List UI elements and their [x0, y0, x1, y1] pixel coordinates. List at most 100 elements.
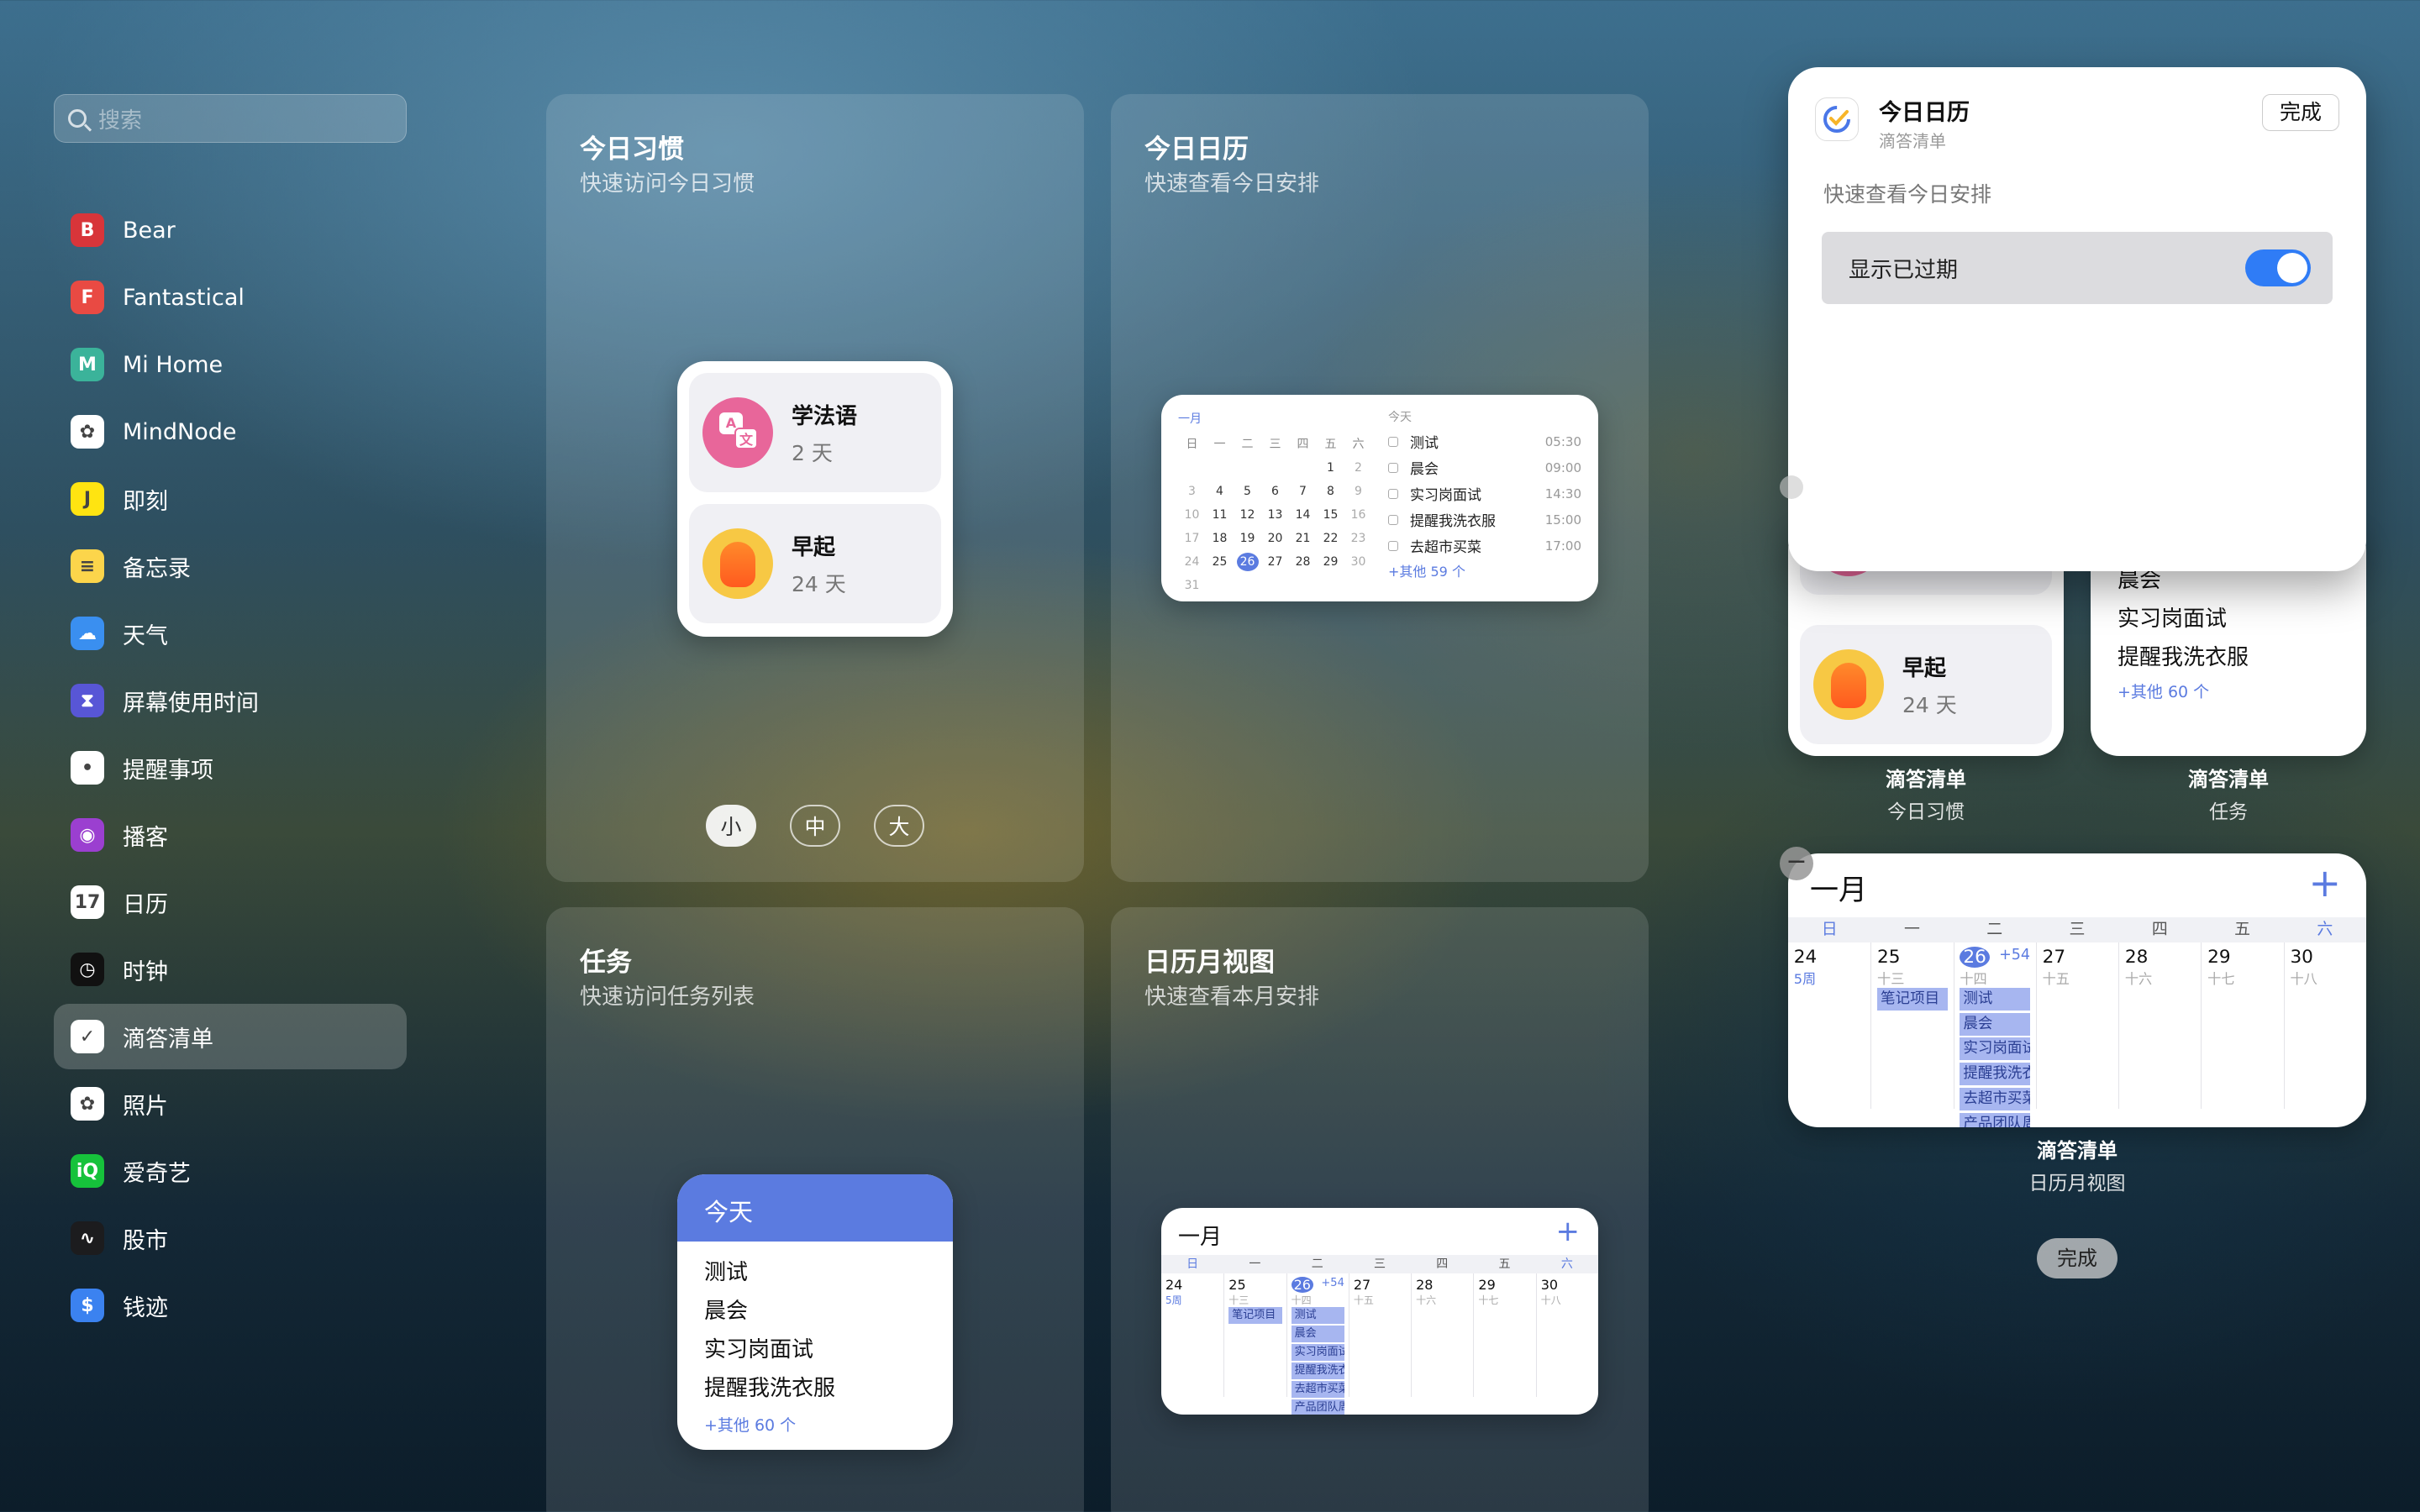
- day-cell[interactable]: 24: [1178, 553, 1206, 571]
- placed-month-widget[interactable]: 一月 + 日一二三四五六 24 5周 25 十三 笔记项目 26 +54 十四 测试 晨会 实习岗面试…: [1788, 853, 2366, 1127]
- calendar-event[interactable]: 晨会: [1291, 1326, 1344, 1342]
- app-item[interactable]: B Bear: [54, 197, 407, 263]
- habit-widget-preview[interactable]: A 文 学法语 2 天 早起 24 天: [677, 361, 953, 637]
- app-item[interactable]: ✓ 滴答清单: [54, 1004, 407, 1069]
- day-cell[interactable]: 28: [1289, 553, 1317, 571]
- checkbox[interactable]: [1388, 462, 1398, 473]
- app-item[interactable]: 17 日历: [54, 869, 407, 935]
- day-cell[interactable]: 19: [1234, 529, 1261, 548]
- day-cell[interactable]: 16: [1344, 506, 1372, 524]
- app-item[interactable]: ✿ MindNode: [54, 399, 407, 465]
- day-cell[interactable]: 7: [1289, 482, 1317, 501]
- checkbox[interactable]: [1388, 488, 1398, 499]
- month-day-cell[interactable]: 26 +54 十四测试晨会实习岗面试提醒我洗衣服去超市买菜产品团队周会: [1286, 1273, 1349, 1415]
- day-cell[interactable]: 12: [1234, 506, 1261, 524]
- app-item[interactable]: F Fantastical: [54, 265, 407, 330]
- day-cell[interactable]: 27: [1261, 553, 1289, 571]
- schedule-more-link[interactable]: +其他 59 个: [1388, 560, 1581, 580]
- checkbox[interactable]: [1388, 436, 1398, 447]
- day-cell[interactable]: 21: [1289, 529, 1317, 548]
- calendar-event[interactable]: 去超市买菜: [1960, 1087, 2031, 1110]
- month-day-cell[interactable]: 25 十三 笔记项目: [1870, 942, 1953, 1109]
- day-cell[interactable]: 26: [1236, 553, 1259, 571]
- app-item[interactable]: $ 钱迹: [54, 1273, 407, 1338]
- today-calendar-widget-preview[interactable]: 一月 日一二三四五六 1 2 3 4 5 6 7 8 9 10 11 12 13 14 15 16 17 18 19 2…: [1161, 395, 1598, 601]
- month-day-cell[interactable]: 27 十五: [2035, 942, 2118, 1109]
- day-cell[interactable]: 31: [1178, 576, 1206, 595]
- day-cell[interactable]: [1234, 459, 1261, 477]
- day-cell[interactable]: 14: [1289, 506, 1317, 524]
- day-cell[interactable]: [1206, 459, 1234, 477]
- app-item[interactable]: ☁ 天气: [54, 601, 407, 666]
- remove-widget-handle[interactable]: [1780, 475, 1803, 499]
- day-cell[interactable]: 22: [1317, 529, 1344, 548]
- widget-panel-month-view[interactable]: 日历月视图 快速查看本月安排 一月 + 日一二三四五六 24 5周 25 十三 笔记项目 2…: [1111, 907, 1649, 1512]
- day-cell[interactable]: 1: [1317, 459, 1344, 477]
- checkbox[interactable]: [1388, 540, 1398, 551]
- day-cell[interactable]: 20: [1261, 529, 1289, 548]
- calendar-event[interactable]: 产品团队周会: [1960, 1112, 2031, 1127]
- widget-panel-tasks[interactable]: 任务 快速访问任务列表 今天 测试 晨会 实习岗面试 提醒我洗衣服 +其他 60…: [546, 907, 1084, 1512]
- size-large-button[interactable]: 大: [874, 805, 924, 847]
- month-day-cell[interactable]: 27 十五: [1348, 1273, 1411, 1397]
- day-cell[interactable]: 5: [1234, 482, 1261, 501]
- calendar-event[interactable]: 提醒我洗衣服: [1291, 1362, 1344, 1379]
- schedule-item[interactable]: 实习岗面试 14:30: [1388, 480, 1581, 507]
- day-cell[interactable]: 3: [1178, 482, 1206, 501]
- calendar-event[interactable]: 实习岗面试: [1291, 1344, 1344, 1361]
- schedule-item[interactable]: 晨会 09:00: [1388, 454, 1581, 480]
- day-cell[interactable]: [1178, 459, 1206, 477]
- month-day-cell[interactable]: 25 十三 笔记项目: [1223, 1273, 1286, 1397]
- schedule-item[interactable]: 提醒我洗衣服 15:00: [1388, 507, 1581, 533]
- day-cell[interactable]: 13: [1261, 506, 1289, 524]
- config-done-button[interactable]: 完成: [2262, 94, 2339, 131]
- remove-widget-icon[interactable]: −: [1780, 847, 1813, 880]
- app-item[interactable]: ⧗ 屏幕使用时间: [54, 668, 407, 733]
- day-cell[interactable]: 25: [1206, 553, 1234, 571]
- search-field[interactable]: 搜索: [54, 94, 407, 143]
- add-icon[interactable]: +: [1556, 1215, 1581, 1248]
- add-icon[interactable]: +: [2308, 860, 2341, 906]
- day-cell[interactable]: [1289, 459, 1317, 477]
- tasks-widget-preview[interactable]: 今天 测试 晨会 实习岗面试 提醒我洗衣服 +其他 60 个: [677, 1174, 953, 1450]
- app-item[interactable]: J 即刻: [54, 466, 407, 532]
- day-cell[interactable]: 9: [1344, 482, 1372, 501]
- month-day-cell[interactable]: 29 十七: [1473, 1273, 1535, 1397]
- month-day-cell[interactable]: 30 十八: [2283, 942, 2366, 1109]
- calendar-event[interactable]: 提醒我洗衣服: [1960, 1063, 2031, 1086]
- schedule-item[interactable]: 测试 05:30: [1388, 428, 1581, 454]
- day-cell[interactable]: 17: [1178, 529, 1206, 548]
- day-cell[interactable]: 4: [1206, 482, 1234, 501]
- day-cell[interactable]: [1261, 459, 1289, 477]
- schedule-item[interactable]: 去超市买菜 17:00: [1388, 533, 1581, 559]
- app-item[interactable]: • 提醒事项: [54, 735, 407, 801]
- app-item[interactable]: ◷ 时钟: [54, 937, 407, 1002]
- calendar-event[interactable]: 产品团队周会: [1291, 1399, 1344, 1415]
- month-day-cell[interactable]: 28 十六: [1411, 1273, 1473, 1397]
- day-cell[interactable]: 29: [1317, 553, 1344, 571]
- day-cell[interactable]: 8: [1317, 482, 1344, 501]
- app-item[interactable]: M Mi Home: [54, 332, 407, 397]
- app-item[interactable]: ✿ 照片: [54, 1071, 407, 1137]
- month-day-cell[interactable]: 24 5周: [1788, 942, 1870, 1109]
- size-small-button[interactable]: 小: [706, 805, 756, 847]
- day-cell[interactable]: 2: [1344, 459, 1372, 477]
- day-cell[interactable]: 10: [1178, 506, 1206, 524]
- calendar-event[interactable]: 测试: [1960, 988, 2031, 1011]
- widget-panel-habit[interactable]: 今日习惯 快速访问今日习惯 A 文 学法语 2 天 早起 24 天 小 中 大: [546, 94, 1084, 882]
- app-item[interactable]: ∿ 股市: [54, 1205, 407, 1271]
- day-cell[interactable]: 6: [1261, 482, 1289, 501]
- calendar-event[interactable]: 晨会: [1960, 1012, 2031, 1036]
- day-cell[interactable]: 30: [1344, 553, 1372, 571]
- app-item[interactable]: ◉ 播客: [54, 802, 407, 868]
- calendar-event[interactable]: 测试: [1291, 1307, 1344, 1324]
- calendar-event[interactable]: 实习岗面试: [1960, 1037, 2031, 1061]
- size-medium-button[interactable]: 中: [790, 805, 840, 847]
- calendar-event[interactable]: 去超市买菜: [1291, 1381, 1344, 1398]
- show-overdue-toggle[interactable]: [2245, 249, 2311, 286]
- done-button[interactable]: 完成: [2037, 1238, 2118, 1278]
- month-day-cell[interactable]: 24 5周: [1161, 1273, 1223, 1397]
- app-item[interactable]: ≡ 备忘录: [54, 533, 407, 599]
- day-cell[interactable]: 18: [1206, 529, 1234, 548]
- month-day-cell[interactable]: 30 十八: [1535, 1273, 1598, 1397]
